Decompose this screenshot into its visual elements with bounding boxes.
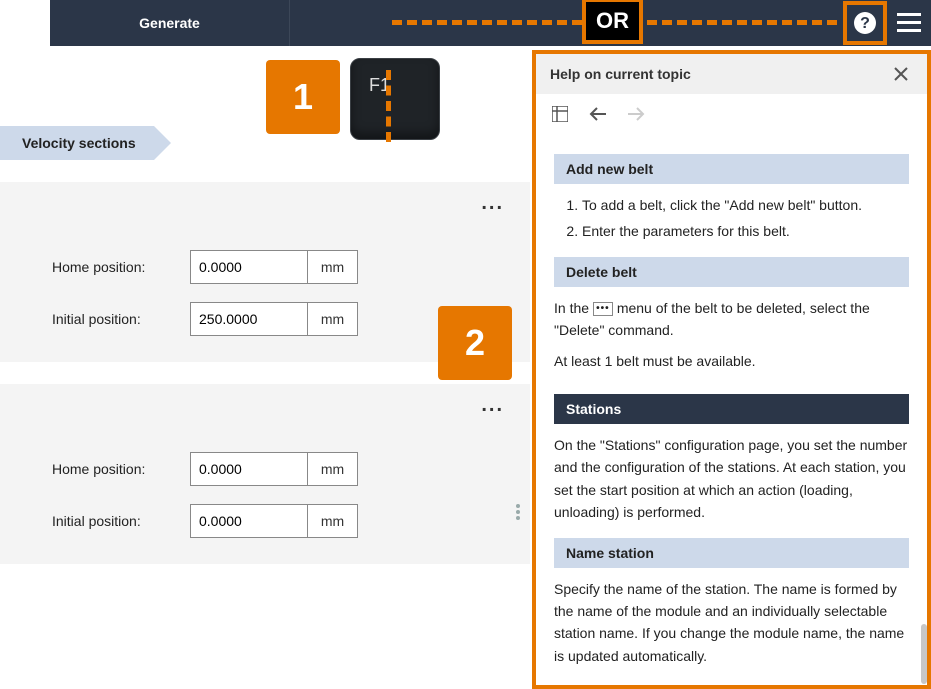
text: In the [554,300,593,316]
close-icon [894,67,908,81]
toc-icon [552,106,568,122]
initial-position-input[interactable] [190,504,308,538]
field-label: Home position: [0,461,190,477]
home-position-input[interactable] [190,452,308,486]
hamburger-button[interactable] [887,0,931,46]
forward-button [626,104,646,124]
field-row: Home position: mm [0,452,530,486]
scrollbar-thumb[interactable] [921,624,927,684]
field-label: Initial position: [0,311,190,327]
breadcrumb-label: Velocity sections [22,135,136,151]
or-badge: OR [582,0,643,44]
callout-badge-2: 2 [438,306,512,380]
help-subheading: Name station [554,538,909,568]
toc-button[interactable] [550,104,570,124]
generate-button[interactable]: Generate [50,0,290,46]
field-row: Initial position: mm [0,504,530,538]
property-card: ... Home position: mm Initial position: … [0,384,530,564]
close-button[interactable] [889,62,913,86]
help-subheading: Delete belt [554,257,909,287]
svg-text:?: ? [860,15,870,32]
f1-key: F1 [350,58,440,140]
unit-label: mm [308,302,358,336]
generate-label: Generate [139,15,200,31]
top-bar: Generate ? OR [0,0,931,46]
ellipsis-icon: ••• [593,302,613,316]
card-menu-button[interactable]: ... [481,192,504,215]
list-item: Enter the parameters for this belt. [582,220,909,242]
help-button[interactable]: ? [843,1,887,45]
help-content[interactable]: Add new belt To add a belt, click the "A… [536,134,927,685]
field-row: Home position: mm [0,250,530,284]
unit-label: mm [308,452,358,486]
help-icon: ? [853,11,877,35]
left-column: 1 F1 Velocity sections ... Home position… [0,46,530,689]
help-paragraph: On the "Stations" configuration page, yo… [554,434,909,524]
help-heading: Stations [554,394,909,424]
help-panel-title-bar: Help on current topic [536,54,927,94]
help-paragraph: Specify the name of the station. The nam… [554,578,909,668]
card-menu-button[interactable]: ... [481,394,504,417]
field-label: Initial position: [0,513,190,529]
callout-connector-vertical [386,70,394,142]
blank-corner [0,0,50,46]
splitter-handle[interactable] [516,504,520,520]
back-button[interactable] [588,104,608,124]
help-panel-title: Help on current topic [550,66,691,82]
help-subheading: Add new belt [554,154,909,184]
hamburger-icon [897,13,921,33]
arrow-right-icon [627,107,645,121]
unit-label: mm [308,504,358,538]
help-panel: Help on current topic [532,50,931,689]
unit-label: mm [308,250,358,284]
callout-badge-1: 1 [266,60,340,134]
initial-position-input[interactable] [190,302,308,336]
help-paragraph: At least 1 belt must be available. [554,350,909,372]
help-paragraph: In the ••• menu of the belt to be delete… [554,297,909,342]
home-position-input[interactable] [190,250,308,284]
list-item: To add a belt, click the "Add new belt" … [582,194,909,216]
help-steps-list: To add a belt, click the "Add new belt" … [582,194,909,243]
arrow-left-icon [589,107,607,121]
breadcrumb[interactable]: Velocity sections [0,126,154,160]
field-label: Home position: [0,259,190,275]
help-toolbar [536,94,927,134]
